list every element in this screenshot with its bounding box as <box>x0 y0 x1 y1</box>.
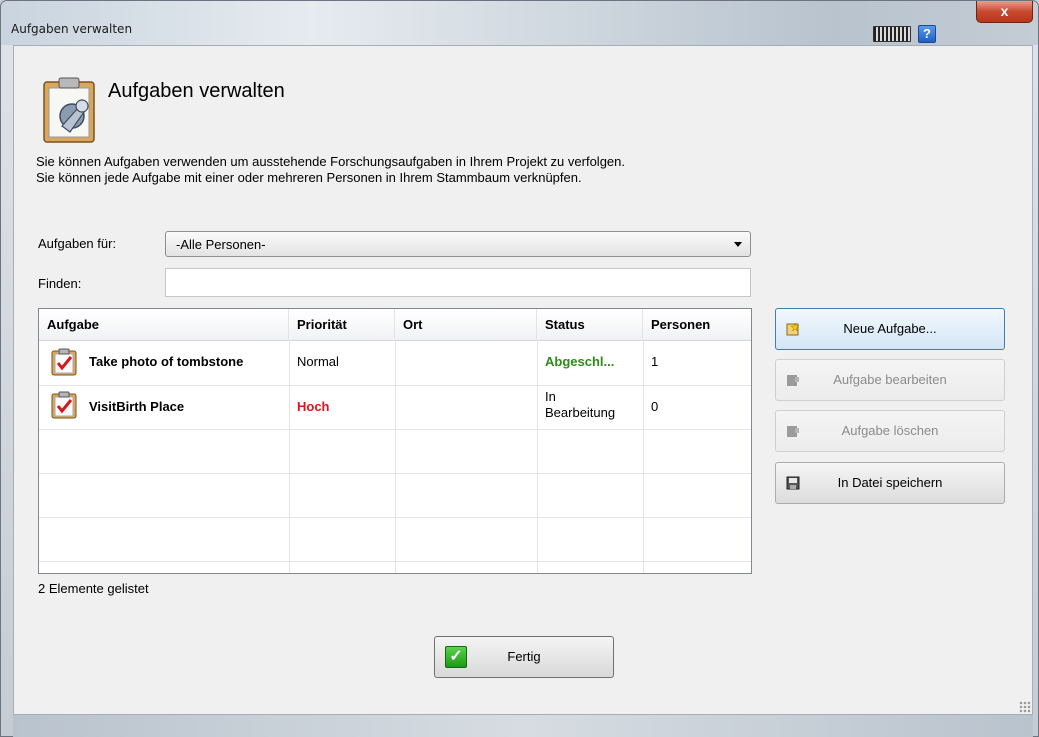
column-divider <box>537 341 538 573</box>
delete-task-label: Aufgabe löschen <box>841 423 939 438</box>
help-icon[interactable]: ? <box>918 25 936 43</box>
task-persons: 1 <box>651 354 659 369</box>
task-clipboard-icon <box>51 391 77 419</box>
resize-grip-icon[interactable] <box>1019 701 1031 713</box>
keyboard-icon[interactable] <box>873 26 911 42</box>
new-task-button[interactable]: Neue Aufgabe... <box>775 308 1005 350</box>
task-priority: Hoch <box>297 399 330 414</box>
column-header-task[interactable]: Aufgabe <box>39 309 289 341</box>
column-header-persons[interactable]: Personen <box>643 309 751 341</box>
task-status: In Bearbeitung <box>545 389 615 421</box>
column-divider <box>289 341 290 573</box>
done-button[interactable]: ✓ Fertig <box>434 636 614 678</box>
save-to-file-label: In Datei speichern <box>837 475 943 490</box>
new-task-icon <box>786 322 800 336</box>
edit-task-label: Aufgabe bearbeiten <box>833 372 947 387</box>
row-divider <box>39 517 751 518</box>
dialog-window: Aufgaben verwalten ? x Aufgaben verwalte… <box>0 0 1039 737</box>
task-status-line-1: In <box>545 389 556 404</box>
table-header: Aufgabe Priorität Ort Status Personen <box>39 309 751 341</box>
task-status: Abgeschl... <box>545 354 615 369</box>
description-line-1: Sie können Aufgaben verwenden um aussteh… <box>36 154 625 169</box>
window-bottom-frame <box>13 715 1033 737</box>
row-divider <box>39 385 751 386</box>
title-bar[interactable]: Aufgaben verwalten ? x <box>1 1 1038 45</box>
edit-task-icon <box>787 375 799 386</box>
search-input[interactable] <box>165 268 751 297</box>
chevron-down-icon <box>734 242 742 247</box>
task-status-line-2: Bearbeitung <box>545 405 616 420</box>
dialog-content: Aufgaben verwalten Sie können Aufgaben v… <box>13 45 1033 715</box>
save-to-file-button[interactable]: In Datei speichern <box>775 462 1005 504</box>
column-header-priority[interactable]: Priorität <box>289 309 395 341</box>
column-divider <box>643 341 644 573</box>
column-header-place[interactable]: Ort <box>395 309 537 341</box>
delete-task-button[interactable]: Aufgabe löschen <box>775 410 1005 452</box>
description: Sie können Aufgaben verwenden um aussteh… <box>36 154 625 186</box>
tasks-table[interactable]: Aufgabe Priorität Ort Status Personen Ta… <box>38 308 752 574</box>
task-name: Take photo of tombstone <box>89 354 244 369</box>
checkmark-icon: ✓ <box>445 646 467 668</box>
delete-task-icon <box>787 426 799 437</box>
close-button[interactable]: x <box>976 1 1033 23</box>
done-label: Fertig <box>507 649 541 664</box>
row-divider <box>39 429 751 430</box>
clipboard-wrench-icon <box>43 77 95 143</box>
task-priority: Normal <box>297 354 339 369</box>
person-filter-dropdown[interactable]: -Alle Personen- <box>165 231 751 257</box>
item-count: 2 Elemente gelistet <box>38 581 149 596</box>
column-divider <box>395 341 396 573</box>
search-label: Finden: <box>38 276 82 291</box>
floppy-disk-icon <box>786 476 800 490</box>
column-header-status[interactable]: Status <box>537 309 643 341</box>
filter-label: Aufgaben für: <box>38 236 117 251</box>
edit-task-button[interactable]: Aufgabe bearbeiten <box>775 359 1005 401</box>
row-divider <box>39 473 751 474</box>
task-persons: 0 <box>651 399 659 414</box>
new-task-label: Neue Aufgabe... <box>843 321 937 336</box>
task-name: VisitBirth Place <box>89 399 185 414</box>
person-filter-value: -Alle Personen- <box>176 237 266 252</box>
task-clipboard-icon <box>51 348 77 376</box>
page-title: Aufgaben verwalten <box>108 80 285 102</box>
window-title: Aufgaben verwalten <box>11 22 133 36</box>
row-divider <box>39 561 751 562</box>
description-line-2: Sie können jede Aufgabe mit einer oder m… <box>36 170 582 185</box>
